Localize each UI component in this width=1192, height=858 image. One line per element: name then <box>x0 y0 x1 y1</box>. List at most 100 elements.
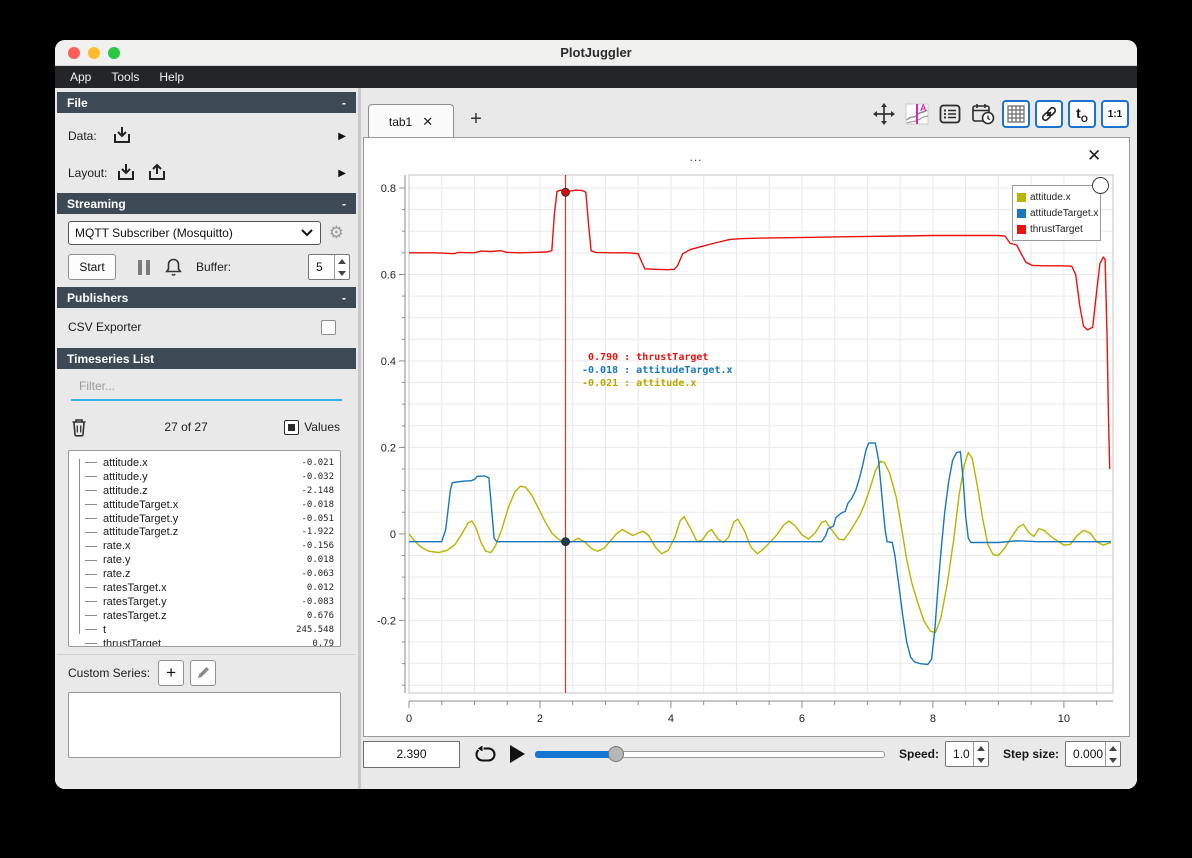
timeseries-item[interactable]: t 245.548 <box>75 623 336 637</box>
collapse-streaming-button[interactable]: - <box>342 197 346 211</box>
load-layout-icon[interactable] <box>115 162 137 184</box>
slider-fill <box>535 751 616 758</box>
legend-item[interactable]: attitudeTarget.x <box>1017 205 1098 221</box>
legend-item[interactable]: attitude.x <box>1017 189 1096 205</box>
loop-icon[interactable] <box>473 742 498 766</box>
trash-icon[interactable] <box>70 417 88 437</box>
x-tick-label: 0 <box>406 713 412 725</box>
tree-branch-line <box>85 462 97 464</box>
add-custom-series-button[interactable]: + <box>158 659 185 686</box>
timeseries-item[interactable]: attitudeTarget.y -0.051 <box>75 512 336 526</box>
start-button[interactable]: Start <box>68 254 116 280</box>
timeseries-item[interactable]: rate.z -0.063 <box>75 567 336 581</box>
timeseries-item[interactable]: ratesTarget.z 0.676 <box>75 609 336 623</box>
section-header-file[interactable]: File - <box>57 92 356 113</box>
speed-spinbox[interactable]: 1.0 <box>945 741 990 767</box>
timeseries-name: attitudeTarget.x <box>103 498 179 511</box>
section-header-timeseries[interactable]: Timeseries List <box>57 348 356 369</box>
timeseries-item[interactable]: attitudeTarget.z -1.922 <box>75 525 336 539</box>
layout-expand-arrow-icon[interactable]: ▶ <box>338 168 346 179</box>
section-header-streaming[interactable]: Streaming - <box>57 193 356 214</box>
playback-controls: 2.390 Speed: 1.0 Step size: 0.000 <box>363 737 1135 771</box>
tree-branch-line <box>85 629 97 631</box>
timeseries-item[interactable]: attitude.x -0.021 <box>75 456 336 470</box>
collapse-publishers-button[interactable]: - <box>342 291 346 305</box>
slider-handle[interactable] <box>607 746 624 762</box>
series-thrustTarget[interactable] <box>409 189 1111 470</box>
timeseries-value: -0.018 <box>301 499 334 510</box>
collapse-file-button[interactable]: - <box>342 96 346 110</box>
section-header-publishers[interactable]: Publishers - <box>57 287 356 308</box>
pause-icon[interactable] <box>138 259 150 275</box>
timeseries-item[interactable]: rate.x -0.156 <box>75 539 336 553</box>
tracker-line: -0.018 : attitudeTarget.x <box>582 365 733 376</box>
timeseries-item[interactable]: attitudeTarget.x -0.018 <box>75 498 336 512</box>
menu-tools[interactable]: Tools <box>102 68 148 86</box>
y-tick-label: 0.4 <box>381 356 396 368</box>
notification-bell-icon[interactable] <box>164 257 183 277</box>
time-slider[interactable] <box>535 746 885 762</box>
legend-item[interactable]: thrustTarget <box>1017 221 1096 237</box>
plot-legend[interactable]: attitude.x attitudeTarget.x thrustTarget <box>1012 185 1101 241</box>
time-offset-icon[interactable]: tO <box>1068 100 1096 128</box>
move-arrows-icon[interactable] <box>870 100 898 128</box>
ratio-1to1-icon[interactable]: 1:1 <box>1101 100 1129 128</box>
edit-custom-series-button[interactable] <box>190 659 217 686</box>
publishers-header-label: Publishers <box>67 290 129 305</box>
play-button[interactable] <box>510 745 525 763</box>
current-time-field[interactable]: 2.390 <box>363 740 460 768</box>
curve-tracker-icon[interactable]: A <box>903 100 931 128</box>
csv-exporter-row: CSV Exporter <box>57 314 356 340</box>
timeseries-name: ratesTarget.x <box>103 581 167 594</box>
menu-app[interactable]: App <box>61 68 100 86</box>
step-size-label: Step size: <box>1003 747 1060 761</box>
filter-input[interactable] <box>71 375 342 401</box>
menu-help[interactable]: Help <box>150 68 193 86</box>
csv-exporter-checkbox[interactable] <box>321 319 336 335</box>
series-attitudeTarget.x[interactable] <box>409 442 1111 666</box>
step-up-icon[interactable] <box>1106 742 1120 754</box>
step-down-icon[interactable] <box>1106 754 1120 766</box>
timeseries-value: 0.79 <box>312 638 334 647</box>
list-view-icon[interactable] <box>936 100 964 128</box>
speed-label: Speed: <box>899 747 940 761</box>
legend-label: attitude.x <box>1030 191 1071 203</box>
step-size-spinbox[interactable]: 0.000 <box>1065 741 1122 767</box>
datetime-icon[interactable] <box>969 100 997 128</box>
tab-tab1[interactable]: tab1 ✕ <box>368 104 454 138</box>
y-tick-label: 0.6 <box>381 269 396 281</box>
custom-series-list[interactable] <box>68 692 341 758</box>
legend-swatch <box>1017 192 1026 202</box>
pencil-icon <box>197 667 209 678</box>
legend-handle[interactable] <box>1092 177 1109 194</box>
speed-down-icon[interactable] <box>974 754 988 766</box>
grid-layout-icon[interactable] <box>1002 100 1030 128</box>
svg-text:A: A <box>920 103 927 113</box>
streaming-settings-gear-icon[interactable]: ⚙ <box>329 223 344 243</box>
timeseries-value: -0.032 <box>301 471 334 482</box>
link-axes-icon[interactable] <box>1035 100 1063 128</box>
tab-close-icon[interactable]: ✕ <box>422 114 433 130</box>
timeseries-item[interactable]: ratesTarget.y -0.083 <box>75 595 336 609</box>
timeseries-list[interactable]: attitude.x -0.021 attitude.y -0.032 attitude… <box>68 450 341 647</box>
plot-close-icon[interactable]: ✕ <box>1087 146 1101 166</box>
add-tab-button[interactable]: + <box>463 106 489 132</box>
speed-up-icon[interactable] <box>974 742 988 754</box>
load-data-icon[interactable] <box>111 125 133 147</box>
streaming-source-value: MQTT Subscriber (Mosquitto) <box>75 226 233 240</box>
plot-widget[interactable]: 0 2 4 6 8 10 -0.2 0 0.2 0.4 0.6 0.8 ... ✕ attitude.… <box>363 137 1130 737</box>
legend-label: thrustTarget <box>1030 223 1083 235</box>
tracker-dot <box>561 537 570 547</box>
timeseries-item[interactable]: attitude.z -2.148 <box>75 484 336 498</box>
timeseries-item[interactable]: ratesTarget.x 0.012 <box>75 581 336 595</box>
buffer-spinbox[interactable]: 5 <box>308 254 350 280</box>
timeseries-item[interactable]: rate.y 0.018 <box>75 553 336 567</box>
buffer-up-icon[interactable] <box>335 255 349 267</box>
timeseries-item[interactable]: thrustTarget 0.79 <box>75 637 336 647</box>
values-checkbox[interactable] <box>284 419 300 435</box>
data-expand-arrow-icon[interactable]: ▶ <box>338 131 346 142</box>
save-layout-icon[interactable] <box>146 162 168 184</box>
timeseries-item[interactable]: attitude.y -0.032 <box>75 470 336 484</box>
buffer-down-icon[interactable] <box>335 267 349 279</box>
streaming-source-select[interactable]: MQTT Subscriber (Mosquitto) <box>68 221 321 245</box>
